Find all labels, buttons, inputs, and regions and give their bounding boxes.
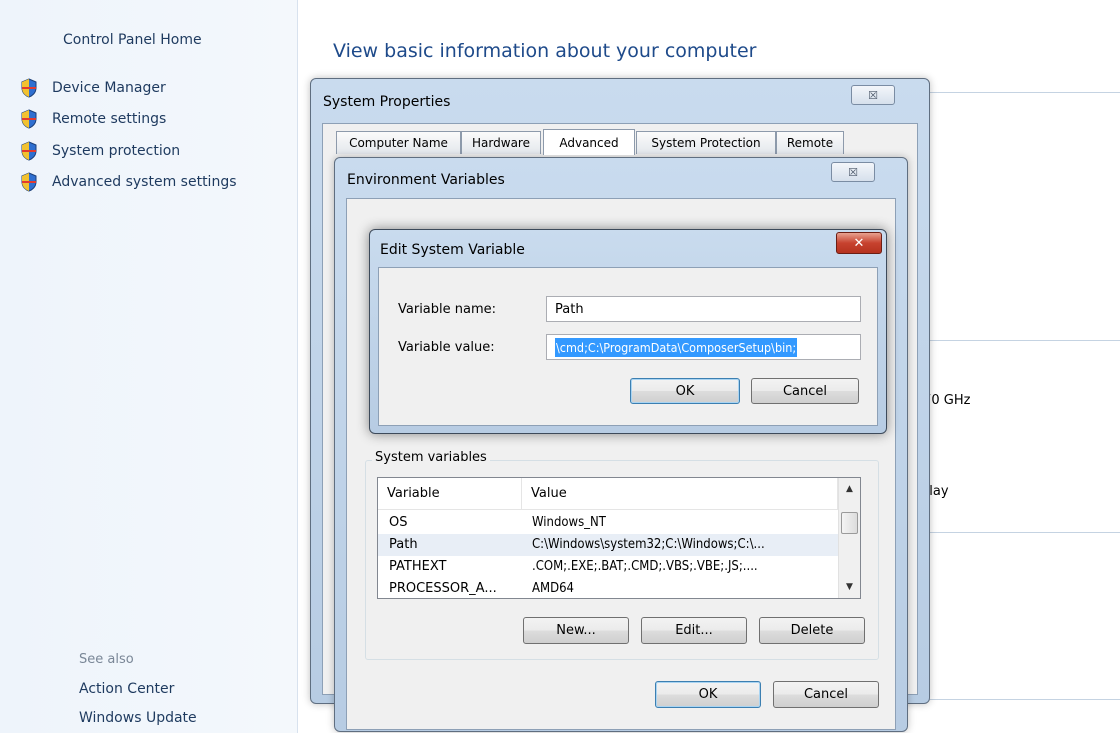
- variable-cell: OS: [389, 515, 408, 530]
- window-title: Environment Variables: [347, 172, 505, 188]
- shield-icon: [21, 78, 37, 98]
- variable-cell: PATHEXT: [389, 559, 447, 574]
- value-cell: AMD64: [532, 581, 574, 596]
- dialog-title: Edit System Variable: [380, 242, 525, 258]
- close-icon[interactable]: ☒: [831, 162, 875, 182]
- action-center-link[interactable]: Action Center: [79, 681, 174, 697]
- value-cell: C:\Windows\system32;C:\Windows;C:\...: [532, 537, 765, 552]
- section-divider: [905, 532, 1120, 533]
- edit-ok-button[interactable]: OK: [630, 378, 740, 404]
- table-row[interactable]: PATHEXT .COM;.EXE;.BAT;.CMD;.VBS;.VBE;.J…: [378, 556, 838, 578]
- section-divider: [905, 340, 1120, 341]
- close-icon[interactable]: ☒: [851, 85, 895, 105]
- see-also-heading: See also: [79, 652, 134, 667]
- windows-update-link[interactable]: Windows Update: [79, 710, 197, 726]
- task-system-protection[interactable]: System protection: [20, 140, 180, 162]
- scroll-thumb[interactable]: [841, 512, 858, 534]
- new-button[interactable]: New...: [523, 617, 629, 644]
- column-header-variable[interactable]: Variable: [378, 478, 522, 510]
- vertical-scrollbar[interactable]: ▲ ▼: [838, 478, 860, 598]
- env-cancel-button[interactable]: Cancel: [773, 681, 879, 708]
- delete-button[interactable]: Delete: [759, 617, 865, 644]
- tab-advanced[interactable]: Advanced: [543, 129, 635, 155]
- task-device-manager[interactable]: Device Manager: [20, 77, 166, 99]
- env-ok-button[interactable]: OK: [655, 681, 761, 708]
- task-label: Remote settings: [52, 111, 167, 127]
- task-advanced-system-settings[interactable]: Advanced system settings: [20, 171, 237, 193]
- table-row[interactable]: PROCESSOR_A... AMD64: [378, 578, 838, 598]
- tab-system-protection[interactable]: System Protection: [636, 131, 776, 154]
- tab-remote[interactable]: Remote: [776, 131, 844, 154]
- value-cell: Windows_NT: [532, 515, 606, 530]
- variable-name-label: Variable name:: [398, 302, 497, 317]
- table-row[interactable]: OS Windows_NT: [378, 512, 838, 534]
- scroll-down-icon[interactable]: ▼: [839, 578, 860, 596]
- system-variables-label: System variables: [372, 450, 490, 465]
- shield-icon: [21, 109, 37, 129]
- variable-cell: PROCESSOR_A...: [389, 581, 497, 596]
- shield-icon: [21, 172, 37, 192]
- edit-button[interactable]: Edit...: [641, 617, 747, 644]
- task-label: System protection: [52, 143, 181, 159]
- variable-name-field[interactable]: Path: [546, 296, 861, 322]
- variable-value-selected-text: \cmd;C:\ProgramData\ComposerSetup\bin;: [555, 337, 798, 357]
- task-label: Advanced system settings: [52, 174, 237, 190]
- scroll-up-icon[interactable]: ▲: [839, 480, 860, 498]
- left-pane: Control Panel Home Device Manager Remote…: [0, 0, 298, 733]
- system-variables-list[interactable]: Variable Value OS Windows_NT Path C:\Win…: [377, 477, 861, 599]
- table-row[interactable]: Path C:\Windows\system32;C:\Windows;C:\.…: [378, 534, 838, 556]
- shield-icon: [21, 141, 37, 161]
- control-panel-home-link[interactable]: Control Panel Home: [63, 32, 202, 48]
- variable-value-field[interactable]: \cmd;C:\ProgramData\ComposerSetup\bin;: [546, 334, 861, 360]
- edit-cancel-button[interactable]: Cancel: [751, 378, 859, 404]
- task-remote-settings[interactable]: Remote settings: [20, 108, 166, 130]
- window-title: System Properties: [323, 94, 451, 110]
- task-label: Device Manager: [52, 80, 166, 96]
- tab-hardware[interactable]: Hardware: [461, 131, 541, 154]
- column-header-value[interactable]: Value: [522, 478, 838, 510]
- page-title: View basic information about your comput…: [333, 40, 757, 62]
- section-divider: [930, 92, 1120, 93]
- tab-computer-name[interactable]: Computer Name: [336, 131, 461, 154]
- value-cell: .COM;.EXE;.BAT;.CMD;.VBS;.VBE;.JS;....: [532, 559, 758, 574]
- section-divider: [905, 699, 1120, 700]
- variable-cell: Path: [389, 537, 418, 552]
- variable-value-label: Variable value:: [398, 340, 495, 355]
- close-icon[interactable]: ✕: [836, 232, 882, 254]
